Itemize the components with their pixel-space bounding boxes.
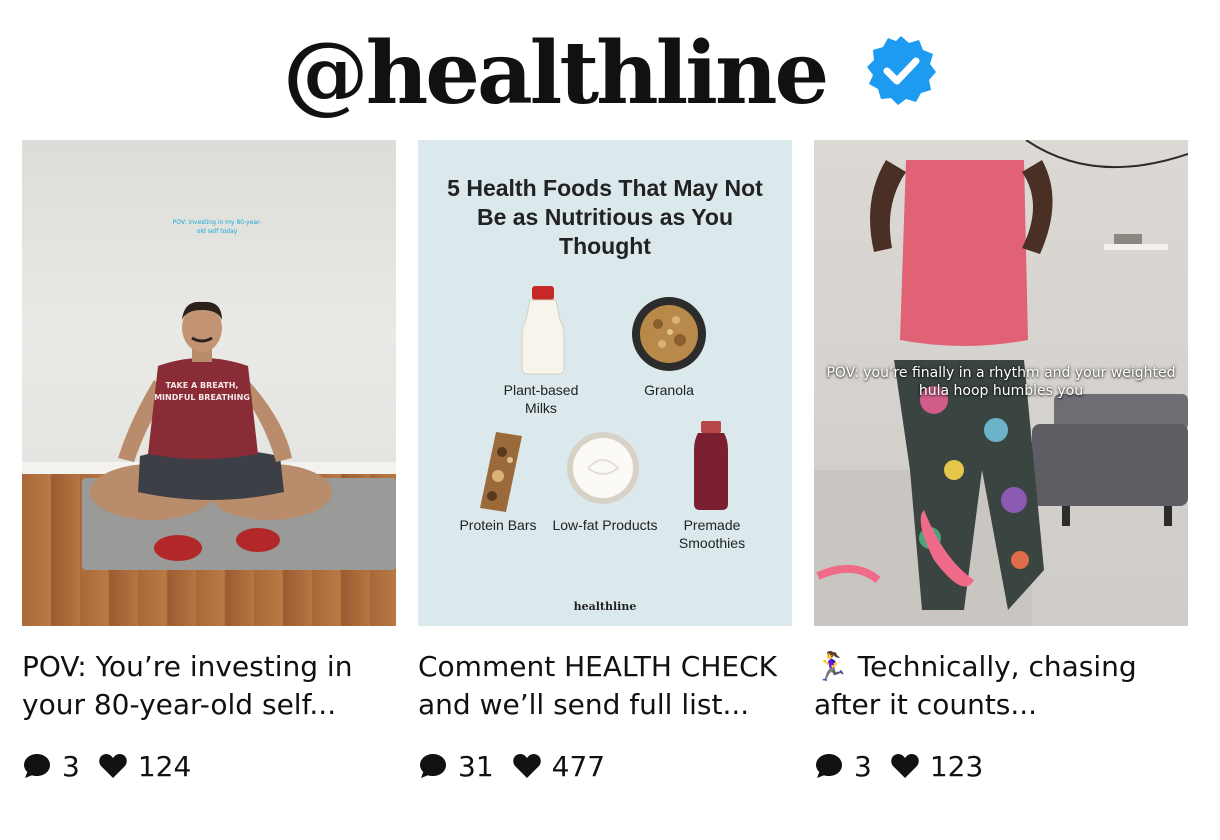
comment-count-value: 3 — [854, 749, 872, 783]
like-count-value: 123 — [929, 749, 984, 783]
like-count[interactable]: 124 — [98, 750, 191, 783]
post-caption[interactable]: Comment HEALTH CHECK and we’ll send full… — [418, 648, 792, 726]
brand-logo: healthline — [573, 600, 637, 613]
post-stats: 3 123 — [814, 748, 1188, 784]
comment-count[interactable]: 31 — [418, 750, 494, 783]
post-caption[interactable]: 🏃‍♀️ Technically, chasing after it count… — [814, 648, 1188, 726]
post-card[interactable]: 5 Health Foods That May Not Be as Nutrit… — [418, 140, 792, 784]
food-label: Premade Smoothies — [678, 517, 746, 551]
comment-count[interactable]: 3 — [814, 750, 872, 783]
like-count[interactable]: 123 — [890, 750, 983, 783]
like-count-value: 124 — [137, 749, 192, 783]
food-label: Low-fat Products — [552, 517, 658, 533]
comment-icon — [816, 754, 842, 778]
post-stats: 31 477 — [418, 748, 792, 784]
comment-count[interactable]: 3 — [22, 750, 80, 783]
food-label: Granola — [644, 382, 694, 398]
smoothie-bottle-icon — [694, 421, 728, 510]
granola-bowl-icon — [632, 297, 706, 371]
post-thumbnail[interactable]: 5 Health Foods That May Not Be as Nutrit… — [418, 140, 792, 626]
yogurt-bowl-icon — [567, 432, 639, 504]
svg-text:MINDFUL BREATHING: MINDFUL BREATHING — [154, 393, 250, 402]
comment-icon — [420, 754, 446, 778]
post-thumbnail[interactable]: POV: investing in my 80-year-old self to… — [22, 140, 396, 626]
food-label: Plant-based Milks — [503, 382, 579, 416]
like-count-value: 477 — [551, 749, 606, 783]
milk-bottle-icon — [521, 286, 565, 375]
svg-text:TAKE A BREATH,: TAKE A BREATH, — [166, 381, 239, 390]
post-card[interactable]: POV: investing in my 80-year-old self to… — [22, 140, 396, 784]
comment-icon — [24, 754, 50, 778]
verified-badge-icon — [865, 34, 937, 106]
like-count[interactable]: 477 — [512, 750, 605, 783]
comment-count-value: 3 — [62, 749, 80, 783]
post-stats: 3 124 — [22, 748, 396, 784]
meditating-person-illustration: TAKE A BREATH, MINDFUL BREATHING — [90, 301, 332, 561]
comment-count-value: 31 — [458, 749, 494, 783]
heart-icon — [512, 754, 541, 778]
heart-icon — [99, 754, 127, 778]
profile-handle[interactable]: @healthline — [283, 22, 829, 126]
post-card[interactable]: POV: you’re finally in a rhythm and your… — [814, 140, 1188, 784]
heart-icon — [891, 754, 919, 778]
protein-bar-icon — [480, 432, 522, 512]
food-label: Protein Bars — [459, 517, 537, 533]
profile-header: @healthline — [0, 22, 1220, 132]
video-overlay-text: POV: you’re finally in a rhythm and your… — [826, 365, 1176, 399]
post-caption[interactable]: POV: You’re investing in your 80-year-ol… — [22, 648, 396, 726]
post-thumbnail[interactable]: POV: you’re finally in a rhythm and your… — [814, 140, 1188, 626]
food-illustrations — [480, 286, 728, 512]
